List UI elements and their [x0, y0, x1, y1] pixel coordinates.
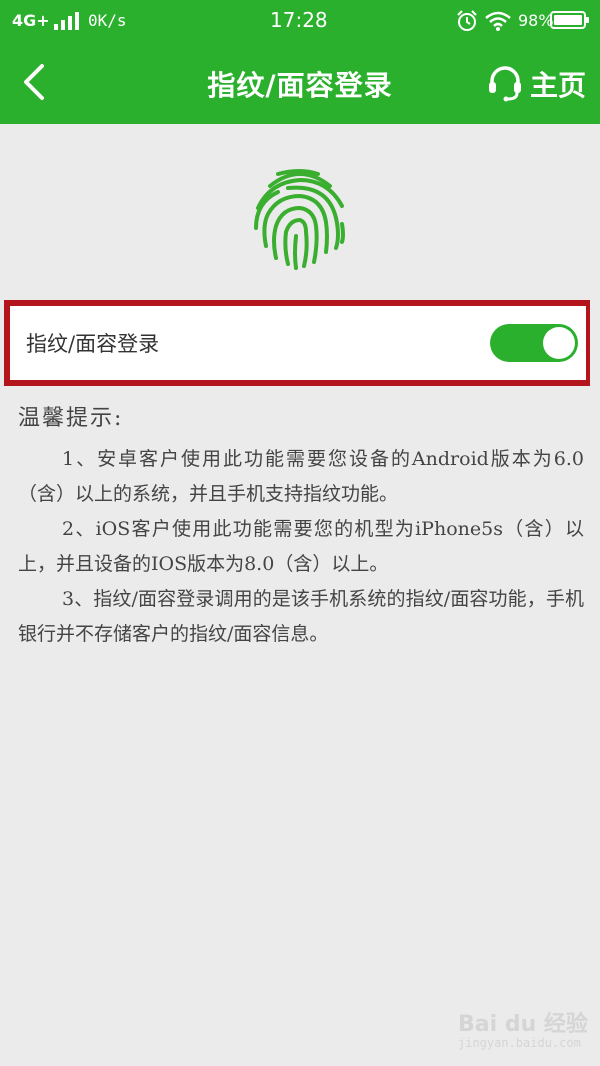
alarm-icon — [457, 10, 477, 31]
network-speed: 0K/s — [88, 11, 127, 30]
watermark-logo: Bai du 经验 — [458, 1012, 588, 1037]
tip-item-2: 2、iOS客户使用此功能需要您的机型为iPhone5s（含）以上，并且设备的IO… — [18, 518, 584, 575]
wifi-icon — [485, 11, 511, 31]
home-label: 主页 — [530, 69, 587, 102]
baidu-watermark: Bai du 经验 jingyan.baidu.com — [458, 1000, 590, 1056]
network-type: 4G+ — [12, 11, 50, 30]
headset-icon — [489, 66, 521, 102]
battery-percent: 98% — [518, 11, 554, 30]
status-bar: 4G+ 0K/s 17:28 98% — [0, 0, 600, 40]
nav-bar: 指纹/面容登录 主页 — [0, 44, 600, 120]
tip-item-3: 3、指纹/面容登录调用的是该手机系统的指纹/面容功能，手机银行并不存储客户的指纹… — [18, 588, 584, 645]
signal-icon — [54, 12, 79, 30]
tip-item-1: 1、安卓客户使用此功能需要您设备的Android版本为6.0（含）以上的系统，并… — [18, 448, 584, 505]
app-header: 4G+ 0K/s 17:28 98% 指纹/面容登录 主页 — [0, 0, 600, 124]
tips-section: 温馨提示: 1、安卓客户使用此功能需要您设备的Android版本为6.0（含）以… — [18, 400, 584, 652]
fingerprint-icon — [254, 169, 345, 270]
watermark-url: jingyan.baidu.com — [458, 1036, 581, 1050]
setting-label: 指纹/面容登录 — [26, 332, 160, 356]
tips-title: 温馨提示: — [18, 406, 124, 431]
fingerprint-login-toggle[interactable] — [490, 324, 578, 362]
toggle-knob — [543, 327, 575, 359]
fingerprint-login-setting[interactable]: 指纹/面容登录 — [10, 306, 586, 380]
battery-icon — [550, 11, 589, 29]
status-time: 17:28 — [270, 8, 328, 32]
